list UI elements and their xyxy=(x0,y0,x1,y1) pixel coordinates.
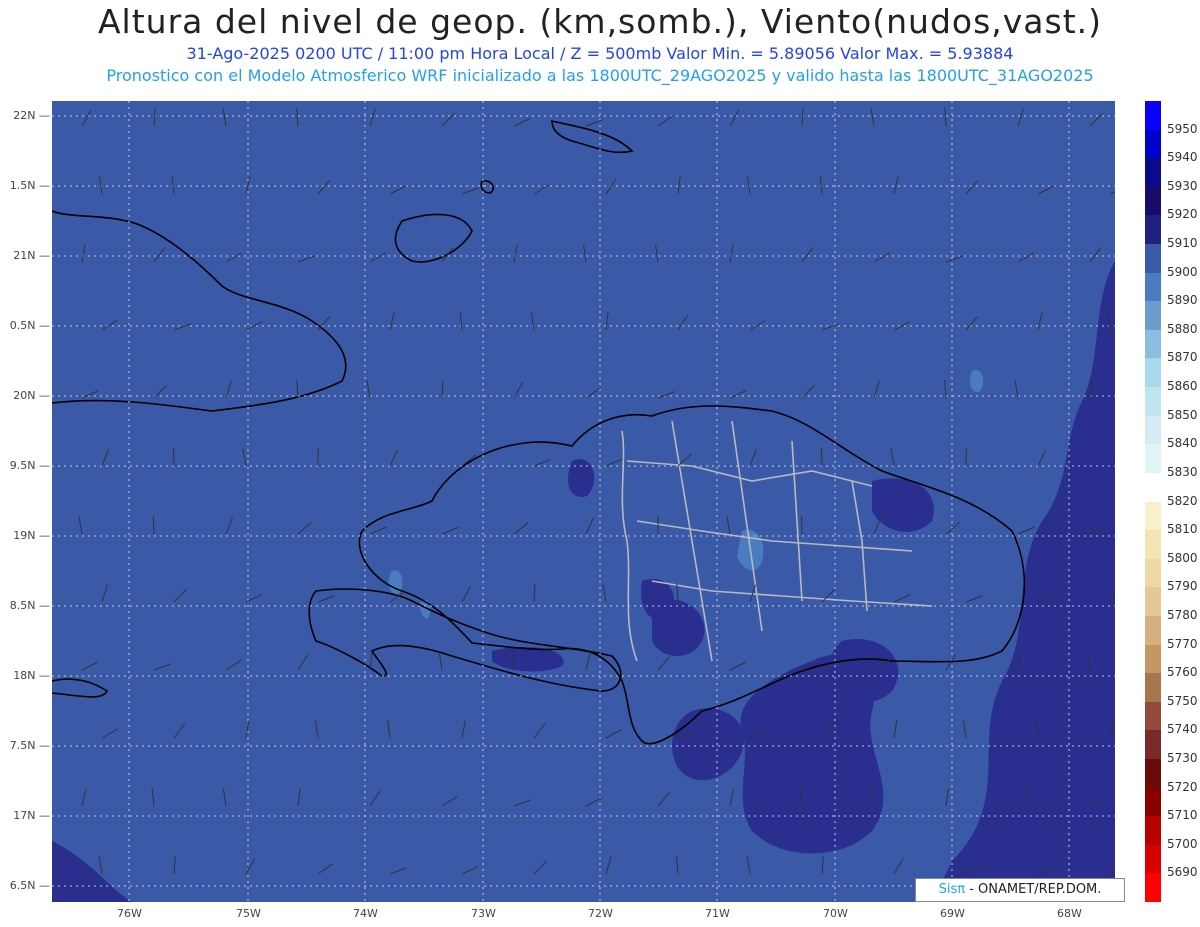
colorbar-cell xyxy=(1145,329,1161,359)
credit-box: Sisπ - ONAMET/REP.DOM. xyxy=(915,878,1125,902)
colorbar-tick-label: 5720 xyxy=(1167,779,1198,794)
colorbar-tick-label: 5950 xyxy=(1167,121,1198,136)
colorbar-cell xyxy=(1145,501,1161,531)
colorbar-tick-label: 5800 xyxy=(1167,550,1198,565)
geopotential-map xyxy=(52,101,1115,902)
lat-label: 18N — xyxy=(13,669,50,682)
lat-label: 22N — xyxy=(13,109,50,122)
colorbar-cell xyxy=(1145,244,1161,274)
wind-barb xyxy=(801,515,803,535)
colorbar-cell xyxy=(1145,215,1161,245)
colorbar-cell xyxy=(1145,358,1161,388)
colorbar-tick-label: 5770 xyxy=(1167,636,1198,651)
colorbar-tick-label: 5790 xyxy=(1167,579,1198,594)
colorbar-cell xyxy=(1145,472,1161,502)
colorbar-cell xyxy=(1145,558,1161,588)
colorbar-tick-label: 5890 xyxy=(1167,293,1198,308)
colorbar-tick-label: 5840 xyxy=(1167,436,1198,451)
lat-label: 1.5N — xyxy=(9,179,50,192)
lat-label: 21N — xyxy=(13,249,50,262)
colorbar-cell xyxy=(1145,873,1161,903)
credit-org: - ONAMET/REP.DOM. xyxy=(965,882,1102,897)
colorbar-tick-label: 5870 xyxy=(1167,350,1198,365)
colorbar-tick-label: 5710 xyxy=(1167,808,1198,823)
map-background-field xyxy=(52,101,1115,902)
colorbar-cell xyxy=(1145,587,1161,617)
colorbar-tick-label: 5700 xyxy=(1167,836,1198,851)
lat-label: 0.5N — xyxy=(9,319,50,332)
lon-label: 75W xyxy=(236,907,261,920)
colorbar-tick-label: 5760 xyxy=(1167,665,1198,680)
lat-label: 17N — xyxy=(13,809,50,822)
lon-label: 74W xyxy=(353,907,378,920)
colorbar-tick-label: 5860 xyxy=(1167,379,1198,394)
model-info-line: Pronostico con el Modelo Atmosferico WRF… xyxy=(106,66,1094,85)
colorbar-cell xyxy=(1145,644,1161,674)
colorbar-tick-label: 5780 xyxy=(1167,607,1198,622)
colorbar-cell xyxy=(1145,787,1161,817)
credit-brand: Sisπ xyxy=(938,882,966,897)
colorbar-cell xyxy=(1145,158,1161,188)
colorbar-tick-label: 5750 xyxy=(1167,693,1198,708)
wind-barb xyxy=(152,515,155,535)
lat-label: 7.5N — xyxy=(9,739,50,752)
colorbar xyxy=(1145,101,1161,903)
colorbar-tick-label: 5920 xyxy=(1167,207,1198,222)
lon-label: 72W xyxy=(588,907,613,920)
colorbar-cell xyxy=(1145,615,1161,646)
lon-label: 76W xyxy=(117,907,142,920)
colorbar-cell xyxy=(1145,816,1161,846)
lon-label: 71W xyxy=(705,907,730,920)
map-title: Altura del nivel de geop. (km,somb.), Vi… xyxy=(97,2,1103,41)
lat-label: 6.5N — xyxy=(9,879,50,892)
colorbar-tick-label: 5810 xyxy=(1167,522,1198,537)
colorbar-tick-label: 5690 xyxy=(1167,865,1198,880)
colorbar-tick-label: 5900 xyxy=(1167,264,1198,279)
colorbar-cell xyxy=(1145,730,1161,760)
lat-label: 8.5N — xyxy=(9,599,50,612)
colorbar-tick-label: 5850 xyxy=(1167,407,1198,422)
lon-label: 70W xyxy=(823,907,848,920)
colorbar-cell xyxy=(1145,387,1161,417)
colorbar-tick-label: 5730 xyxy=(1167,750,1198,765)
colorbar-tick-label: 5830 xyxy=(1167,464,1198,479)
colorbar-tick-label: 5820 xyxy=(1167,493,1198,508)
colorbar-cell xyxy=(1145,444,1161,474)
colorbar-cell xyxy=(1145,129,1161,159)
colorbar-tick-label: 5940 xyxy=(1167,150,1198,165)
lon-label: 69W xyxy=(940,907,965,920)
colorbar-cell xyxy=(1145,301,1161,331)
lat-label: 20N — xyxy=(13,389,50,402)
lon-label: 73W xyxy=(471,907,496,920)
colorbar-cell xyxy=(1145,415,1161,445)
lat-label: 19N — xyxy=(13,529,50,542)
colorbar-cell xyxy=(1145,673,1161,703)
colorbar-cell xyxy=(1145,844,1161,874)
colorbar-tick-label: 5880 xyxy=(1167,321,1198,336)
wind-barb xyxy=(820,447,823,467)
wind-barb xyxy=(173,447,175,467)
colorbar-cell xyxy=(1145,101,1161,131)
colorbar-cell xyxy=(1145,758,1161,789)
lat-label: 9.5N — xyxy=(9,459,50,472)
colorbar-tick-label: 5930 xyxy=(1167,178,1198,193)
colorbar-cell xyxy=(1145,186,1161,216)
colorbar-cell xyxy=(1145,272,1161,302)
colorbar-tick-label: 5910 xyxy=(1167,236,1198,251)
colorbar-tick-label: 5740 xyxy=(1167,722,1198,737)
lon-label: 68W xyxy=(1057,907,1082,920)
forecast-time-line: 31-Ago-2025 0200 UTC / 11:00 pm Hora Loc… xyxy=(186,44,1014,63)
colorbar-cell xyxy=(1145,701,1161,731)
colorbar-cell xyxy=(1145,530,1161,560)
